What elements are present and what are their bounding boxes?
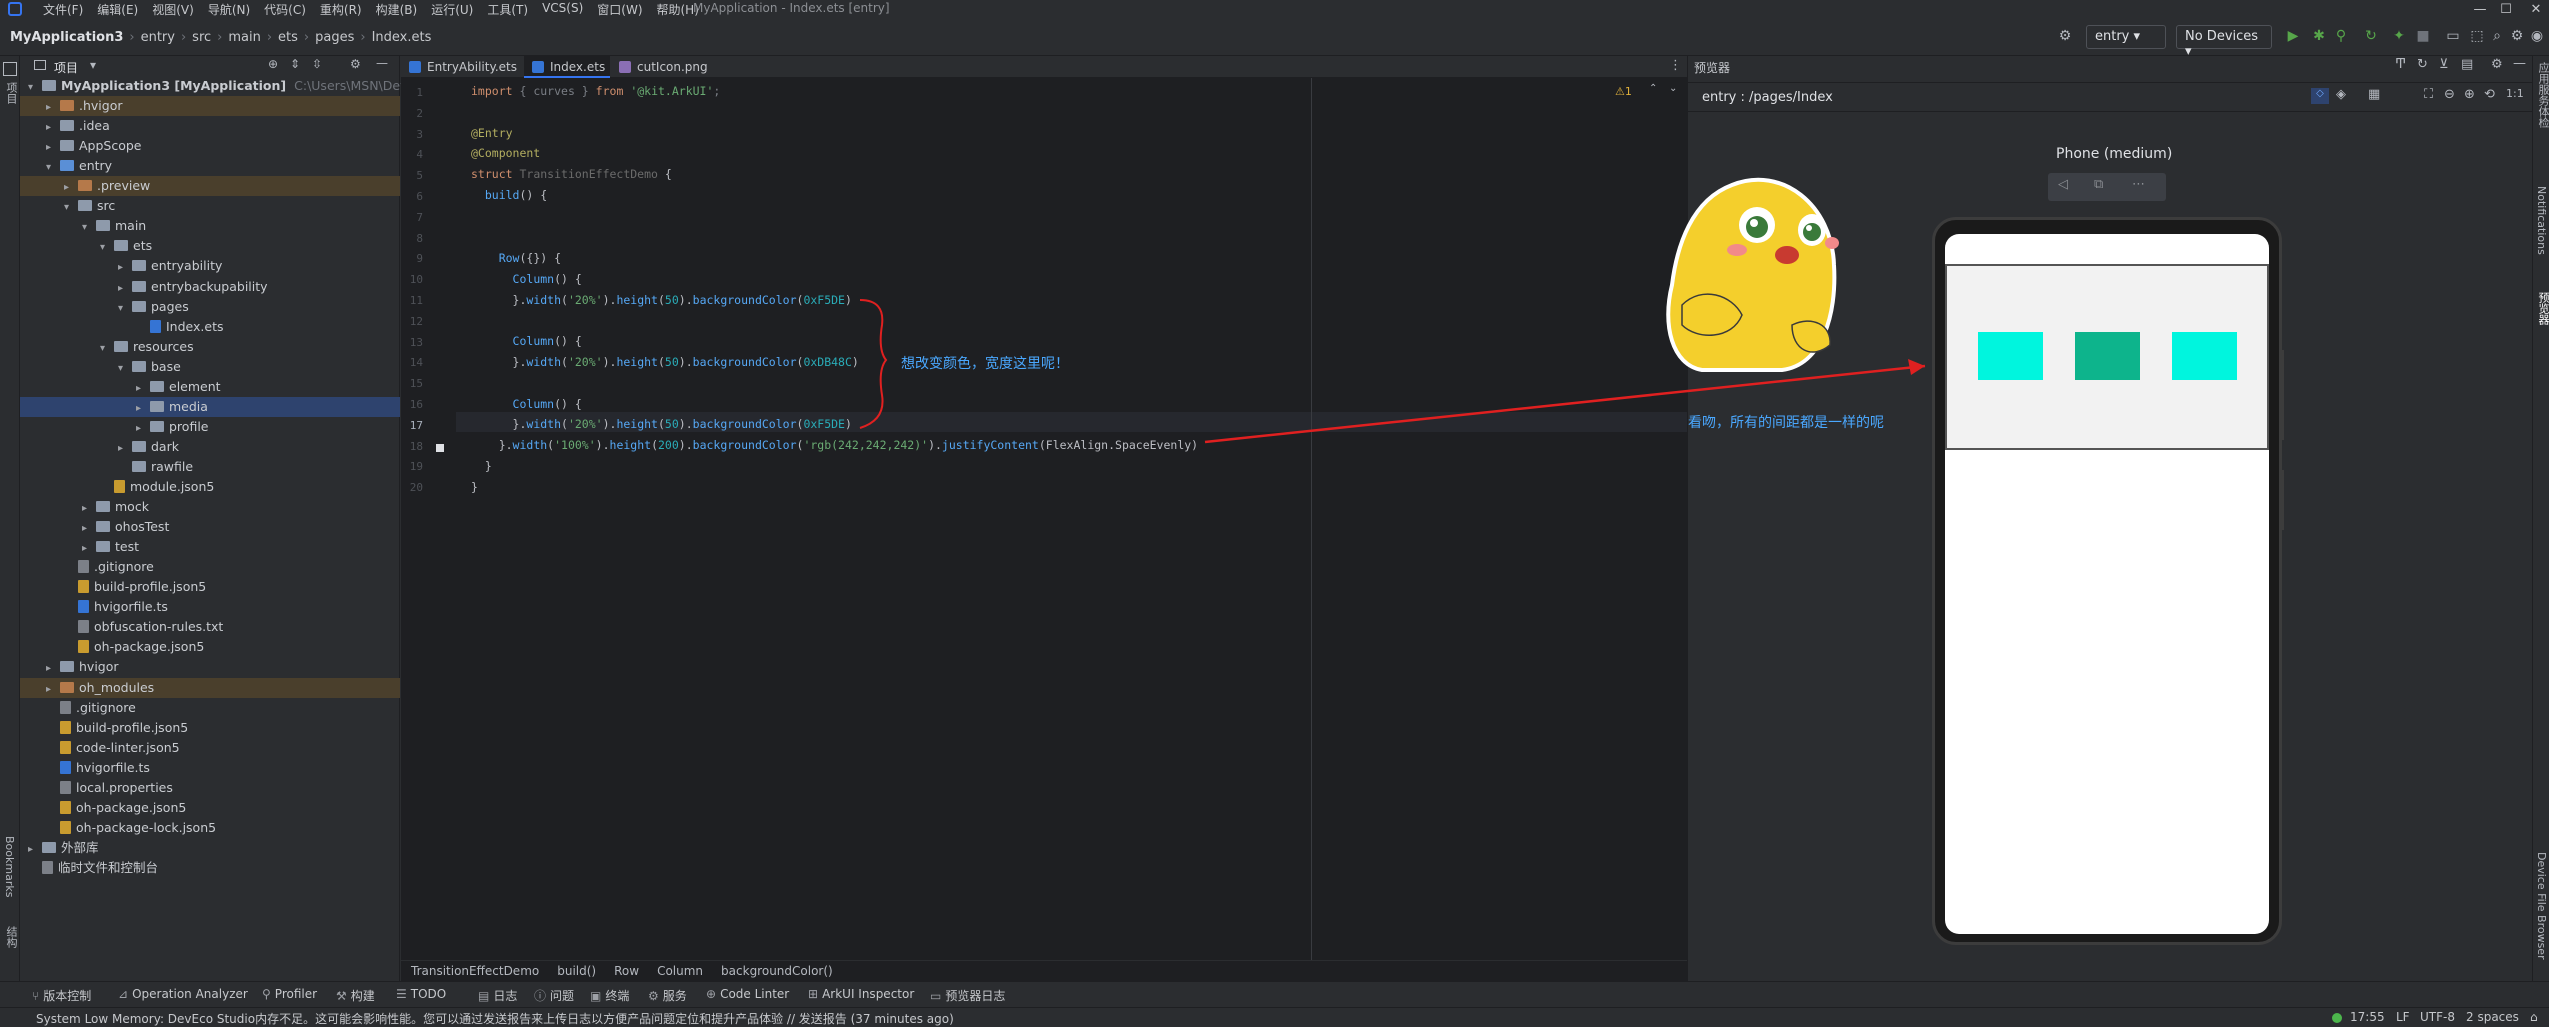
right-tool-strip: 应用服务体检 Notifications 预览器 Device File Bro… (2532, 56, 2549, 981)
bottom-tool-button[interactable]: ⊞ ArkUI Inspector (808, 987, 914, 1001)
bottom-tool-label: Operation Analyzer (132, 987, 248, 1001)
file-encoding[interactable]: UTF-8 (2420, 1010, 2455, 1024)
bottom-tool-button[interactable]: ⊕ Code Linter (706, 987, 789, 1001)
bottom-tool-button[interactable]: ⓘ 问题 (534, 987, 574, 1004)
tool-icon: ⑂ (32, 989, 40, 1003)
tool-icon: ⊿ (118, 987, 129, 1001)
bottom-tool-label: 日志 (493, 989, 518, 1003)
bottom-tool-button[interactable]: ⚲ Profiler (262, 987, 317, 1001)
status-bar: System Low Memory: DevEco Studio内存不足。这可能… (0, 1007, 2549, 1027)
tool-icon: ▤ (478, 989, 490, 1003)
line-separator[interactable]: LF (2396, 1010, 2410, 1024)
previewer-tool-label[interactable]: 预览器 (2535, 292, 2549, 325)
status-ok-icon (2332, 1013, 2342, 1023)
tool-icon: ▭ (930, 989, 942, 1003)
bottom-tool-label: 构建 (350, 989, 375, 1003)
annotation-overlay (859, 177, 1926, 444)
bottom-tool-label: 预览器日志 (945, 989, 1006, 1003)
notifications-tool-label[interactable]: Notifications (2535, 186, 2548, 255)
tool-icon: ⊕ (706, 987, 717, 1001)
device-file-browser-tool-label[interactable]: Device File Browser (2535, 852, 2548, 960)
bottom-tool-label: 问题 (550, 989, 575, 1003)
bottom-tool-button[interactable]: ⊿ Operation Analyzer (118, 987, 248, 1001)
lock-icon[interactable]: ⌂ (2530, 1010, 2538, 1024)
tool-icon: ⚙ (648, 989, 659, 1003)
bottom-tool-label: 终端 (605, 989, 630, 1003)
tool-icon: ⊞ (808, 987, 819, 1001)
bottom-tool-button[interactable]: ⑂ 版本控制 (32, 987, 91, 1004)
tool-icon: ☰ (396, 987, 407, 1001)
bottom-tool-label: TODO (410, 987, 447, 1001)
bottom-tool-button[interactable]: ▣ 终端 (590, 987, 629, 1004)
bottom-tool-button[interactable]: ☰ TODO (396, 987, 446, 1001)
bottom-tool-label: Code Linter (720, 987, 790, 1001)
duck-sticker (1666, 177, 1839, 372)
tool-icon: ⓘ (534, 989, 547, 1003)
bottom-tool-label: ArkUI Inspector (822, 987, 915, 1001)
bottom-tool-button[interactable]: ⚙ 服务 (648, 987, 687, 1004)
red-arrow-line (1204, 364, 1926, 444)
indent-setting[interactable]: 2 spaces (2466, 1010, 2519, 1024)
bottom-tool-button[interactable]: ▭ 预览器日志 (930, 987, 1005, 1004)
tool-icon: ⚲ (262, 987, 271, 1001)
bottom-tool-label: Profiler (274, 987, 318, 1001)
cursor-position[interactable]: 17:55 (2350, 1010, 2385, 1024)
red-arrow-head (1908, 359, 1925, 375)
bottom-tool-bar: ⑂ 版本控制 ⊿ Operation Analyzer ⚲ Profiler ⚒ 构建 ☰ TOD… (0, 981, 2549, 1007)
bottom-tool-button[interactable]: ⚒ 构建 (336, 987, 375, 1004)
tool-icon: ⚒ (336, 989, 347, 1003)
tool-icon: ▣ (590, 989, 602, 1003)
bottom-tool-label: 版本控制 (43, 989, 92, 1003)
bottom-tool-label: 服务 (662, 989, 687, 1003)
status-message[interactable]: System Low Memory: DevEco Studio内存不足。这可能… (36, 1010, 954, 1027)
app-service-tool-label[interactable]: 应用服务体检 (2535, 62, 2549, 128)
red-brace (859, 299, 888, 429)
bottom-tool-button[interactable]: ▤ 日志 (478, 987, 517, 1004)
